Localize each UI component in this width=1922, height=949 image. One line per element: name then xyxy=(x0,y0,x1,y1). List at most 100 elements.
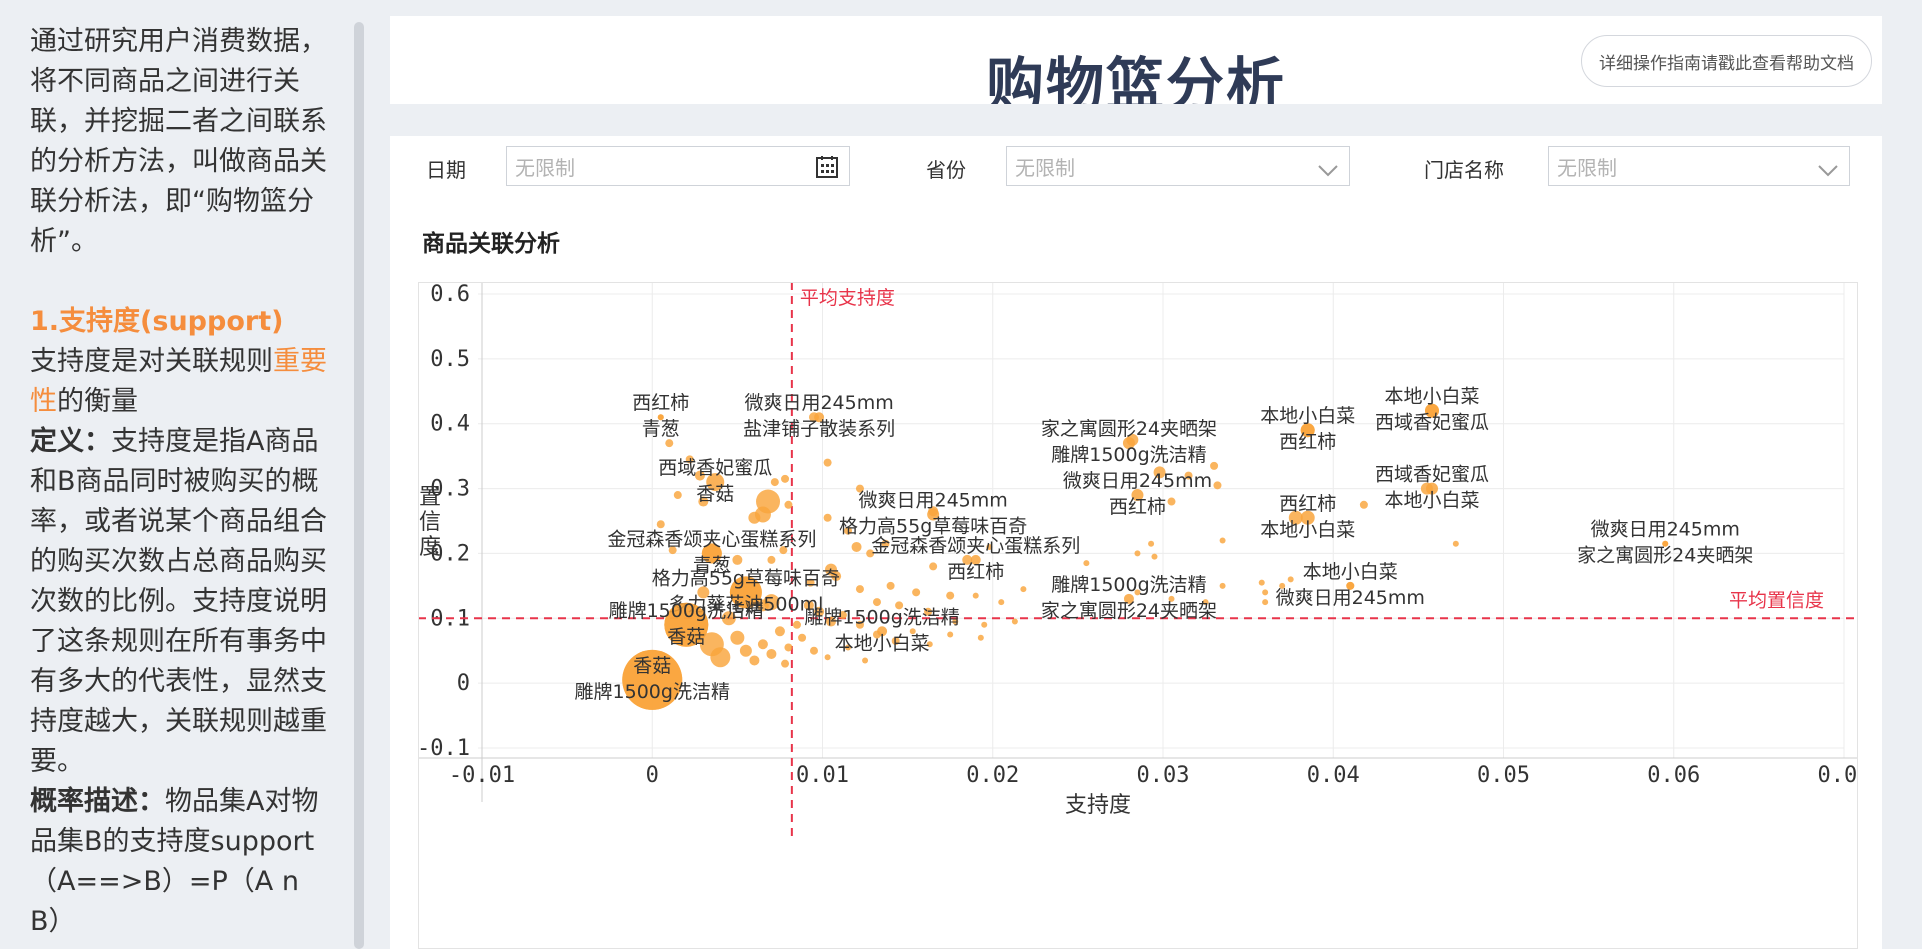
data-point[interactable] xyxy=(1167,497,1176,506)
data-point[interactable] xyxy=(665,439,674,448)
avg-support-label: 平均支持度 xyxy=(800,287,895,309)
point-label: 香菇 xyxy=(633,655,671,677)
store-select[interactable]: 无限制 xyxy=(1548,146,1850,186)
point-label: 本地小白菜 xyxy=(1303,561,1398,583)
point-label: 西红柿 xyxy=(947,561,1004,583)
sidebar-scrollbar[interactable] xyxy=(354,22,364,949)
chevron-down-icon[interactable] xyxy=(1817,159,1839,183)
data-point[interactable] xyxy=(855,585,864,594)
data-point[interactable] xyxy=(730,630,745,645)
data-point[interactable] xyxy=(1262,599,1269,606)
point-label: 格力高55g草莓味百奇 xyxy=(652,567,840,589)
point-label: 西域香妃蜜瓜 xyxy=(1375,412,1489,434)
data-point[interactable] xyxy=(1262,589,1269,596)
point-label: 金冠森香颂夹心蛋糕系列 xyxy=(607,528,816,550)
y-axis-title-char: 信 xyxy=(419,510,441,535)
data-point[interactable] xyxy=(824,654,831,661)
help-doc-button[interactable]: 详细操作指南请戳此查看帮助文档 xyxy=(1581,35,1872,87)
x-tick-label: 0.01 xyxy=(796,763,849,788)
scatter-plot[interactable]: -0.01 0 0.01 0.02 0.03 0.04 0.05 0.06 0.07 -0.1 0 0… xyxy=(418,282,1858,949)
sidebar: 通过研究用户消费数据，将不同商品之间进行关联，并挖掘二者之间联系的分析方法，叫做… xyxy=(0,0,354,949)
data-point[interactable] xyxy=(656,520,665,529)
y-axis-title-char: 置 xyxy=(419,485,441,510)
point-label: 西域香妃蜜瓜 xyxy=(1375,464,1489,486)
avg-confidence-label: 平均置信度 xyxy=(1729,589,1824,611)
y-tick-label: 0.5 xyxy=(430,347,470,372)
definition-label: 定义： xyxy=(30,426,111,457)
point-label: 雕牌1500g洗洁精 xyxy=(575,681,730,703)
province-label: 省份 xyxy=(926,158,966,182)
point-label: 西红柿 xyxy=(632,392,689,414)
data-point[interactable] xyxy=(929,562,938,571)
data-point[interactable] xyxy=(912,588,921,597)
data-point[interactable] xyxy=(823,458,832,467)
data-point[interactable] xyxy=(784,500,793,509)
x-tick-label: 0.05 xyxy=(1477,763,1530,788)
x-tick-label: 0.07 xyxy=(1818,763,1858,788)
data-point[interactable] xyxy=(809,646,818,655)
data-point[interactable] xyxy=(1452,540,1459,547)
data-point[interactable] xyxy=(1359,500,1368,509)
intro-text: 通过研究用户消费数据，将不同商品之间进行关联，并挖掘二者之间联系的分析方法，叫做… xyxy=(30,26,327,257)
data-point[interactable] xyxy=(1219,537,1226,544)
data-point[interactable] xyxy=(748,511,761,524)
point-label: 金冠森香颂夹心蛋糕系列 xyxy=(871,535,1080,557)
point-label: 微爽日用245mm xyxy=(859,490,1008,512)
data-point[interactable] xyxy=(1134,550,1141,557)
data-point[interactable] xyxy=(770,478,779,487)
data-point[interactable] xyxy=(781,474,790,483)
data-point[interactable] xyxy=(998,599,1005,606)
data-point[interactable] xyxy=(673,491,682,500)
y-tick-label: 0.4 xyxy=(430,412,470,437)
point-label: 微爽日用245mm xyxy=(1591,519,1740,541)
data-point[interactable] xyxy=(1151,553,1158,560)
data-point[interactable] xyxy=(749,655,760,666)
point-label: 西红柿 xyxy=(1279,493,1336,515)
data-point[interactable] xyxy=(798,633,807,642)
y-axis-title-char: 度 xyxy=(419,535,441,560)
data-point[interactable] xyxy=(792,620,801,629)
data-point[interactable] xyxy=(1020,586,1027,593)
date-picker[interactable]: 无限制 xyxy=(506,146,850,186)
data-point[interactable] xyxy=(946,591,955,600)
data-point[interactable] xyxy=(1011,618,1018,625)
data-point[interactable] xyxy=(972,592,979,599)
point-label: 微爽日用245mm xyxy=(744,392,893,414)
data-point[interactable] xyxy=(872,598,881,607)
association-scatter-chart[interactable]: -0.01 0 0.01 0.02 0.03 0.04 0.05 0.06 0.07 -0.1 0 0… xyxy=(418,282,1858,949)
data-point[interactable] xyxy=(710,647,731,668)
data-point[interactable] xyxy=(1219,582,1226,589)
data-point[interactable] xyxy=(977,634,984,641)
data-point[interactable] xyxy=(774,626,785,637)
data-point[interactable] xyxy=(886,581,895,590)
data-point[interactable] xyxy=(823,513,832,522)
calendar-icon[interactable] xyxy=(815,155,839,184)
data-point[interactable] xyxy=(1258,579,1265,586)
point-label: 西红柿 xyxy=(1279,431,1336,453)
chevron-down-icon[interactable] xyxy=(1317,159,1339,183)
data-point[interactable] xyxy=(767,555,776,564)
support-intro-b: 的衡量 xyxy=(57,386,138,417)
data-point[interactable] xyxy=(1210,461,1219,470)
data-point[interactable] xyxy=(981,621,988,628)
data-point[interactable] xyxy=(1083,560,1090,567)
data-point[interactable] xyxy=(739,644,752,657)
point-label: 西红柿 xyxy=(1109,496,1166,518)
data-point[interactable] xyxy=(1148,540,1155,547)
probability-label: 概率描述： xyxy=(30,786,165,817)
data-point[interactable] xyxy=(757,639,768,650)
data-point[interactable] xyxy=(781,659,790,668)
data-point[interactable] xyxy=(1287,576,1294,583)
x-tick-label: 0.06 xyxy=(1647,763,1700,788)
point-label: 家之寓圆形24夹晒架 xyxy=(1577,545,1753,567)
data-point[interactable] xyxy=(947,631,954,638)
data-point[interactable] xyxy=(851,541,862,552)
point-label: 青葱 xyxy=(642,418,680,440)
province-select[interactable]: 无限制 xyxy=(1006,146,1350,186)
data-point[interactable] xyxy=(862,657,869,664)
data-point[interactable] xyxy=(784,643,793,652)
data-point[interactable] xyxy=(732,554,743,565)
data-point[interactable] xyxy=(1213,481,1222,490)
store-label: 门店名称 xyxy=(1424,158,1504,182)
data-point[interactable] xyxy=(766,648,777,659)
